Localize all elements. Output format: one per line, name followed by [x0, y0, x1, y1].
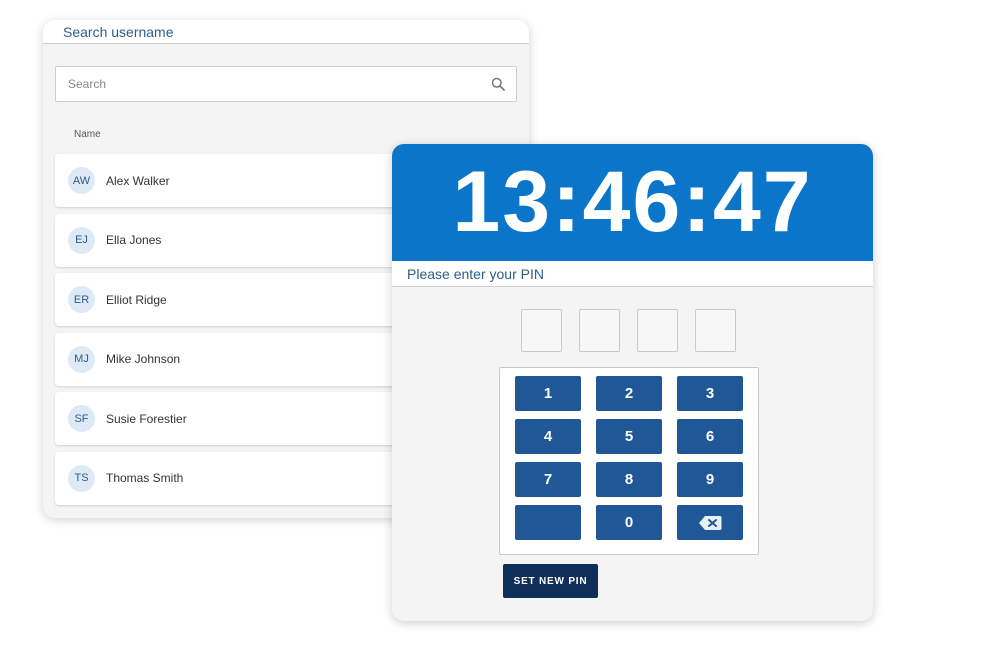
pin-digit-slot[interactable]: [521, 309, 562, 352]
pin-panel: 13:46:47 Please enter your PIN 123 456 789…: [392, 144, 873, 621]
key-2[interactable]: 2: [596, 376, 662, 411]
search-input[interactable]: [56, 67, 480, 101]
pin-digit-slot[interactable]: [637, 309, 678, 352]
user-name: Alex Walker: [106, 173, 170, 188]
pin-slots: [521, 309, 736, 352]
backspace-icon: [699, 515, 722, 530]
clock-time: 13:46:47: [452, 154, 813, 250]
key-9[interactable]: 9: [677, 462, 743, 497]
user-name: Elliot Ridge: [106, 292, 167, 307]
search-box[interactable]: [55, 66, 517, 102]
key-1[interactable]: 1: [515, 376, 581, 411]
avatar: TS: [68, 464, 95, 492]
pin-digit-slot[interactable]: [695, 309, 736, 352]
pin-prompt: Please enter your PIN: [392, 261, 873, 287]
key-8[interactable]: 8: [596, 462, 662, 497]
set-new-pin-button[interactable]: SET NEW PIN: [503, 564, 598, 598]
key-5[interactable]: 5: [596, 419, 662, 454]
user-name: Mike Johnson: [106, 352, 181, 366]
key-4[interactable]: 4: [515, 419, 581, 454]
avatar: SF: [68, 405, 95, 432]
user-name: Susie Forestier: [106, 411, 187, 426]
user-name: Ella Jones: [106, 233, 162, 247]
user-name: Thomas Smith: [106, 471, 184, 485]
avatar: MJ: [68, 345, 95, 373]
pin-digit-slot[interactable]: [579, 309, 620, 352]
panel-title: Search username: [43, 20, 529, 44]
avatar: AW: [68, 167, 95, 194]
backspace-key[interactable]: [677, 505, 743, 540]
avatar: EJ: [68, 226, 95, 254]
key-0[interactable]: 0: [596, 505, 662, 540]
blank-key[interactable]: [515, 505, 581, 540]
key-7[interactable]: 7: [515, 462, 581, 497]
keypad: 123 456 7890: [499, 367, 759, 555]
avatar: ER: [68, 286, 95, 313]
clock-bar: 13:46:47: [392, 144, 873, 261]
key-6[interactable]: 6: [677, 419, 743, 454]
search-icon[interactable]: [480, 66, 516, 102]
key-3[interactable]: 3: [677, 376, 743, 411]
column-header-name: Name: [74, 129, 101, 140]
screen: Search username Name AW Alex Walker EJ Ella…: [0, 0, 1000, 649]
